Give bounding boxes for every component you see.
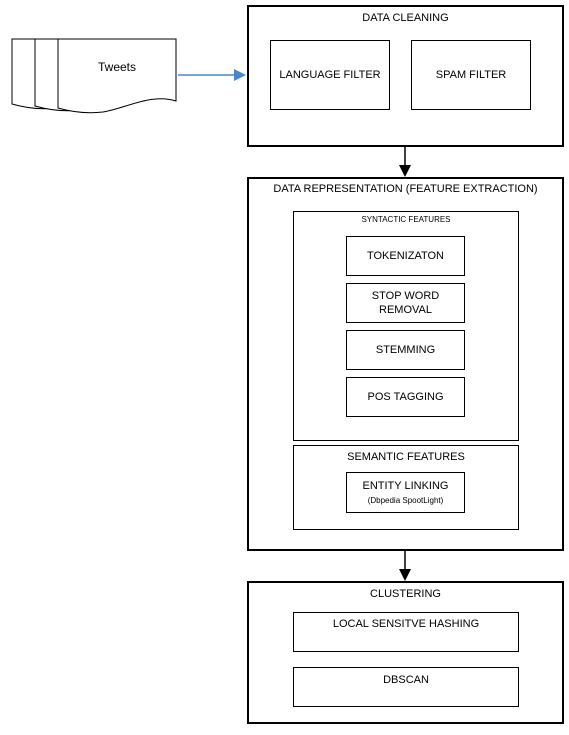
stemming-box: STEMMING bbox=[346, 330, 465, 370]
tokenization-label: TOKENIZATON bbox=[366, 250, 444, 262]
lsh-label: LOCAL SENSITVE HASHING bbox=[332, 618, 480, 630]
tweets-label: Tweets bbox=[97, 60, 136, 74]
entity-linking-label: ENTITY LINKING bbox=[362, 480, 449, 492]
entity-linking-sublabel: (Dbpedia SpootLight) bbox=[367, 496, 444, 505]
entity-linking-box: ENTITY LINKING (Dbpedia SpootLight) bbox=[346, 472, 465, 513]
stop-word-removal-label: STOP WORD REMOVAL bbox=[371, 290, 440, 316]
data-representation-title: DATA REPRESENTATION (FEATURE EXTRACTION) bbox=[273, 183, 538, 195]
pos-tagging-box: POS TAGGING bbox=[346, 377, 465, 417]
spam-filter-label: SPAM FILTER bbox=[435, 69, 507, 81]
semantic-features-title: SEMANTIC FEATURES bbox=[347, 451, 465, 463]
clustering-title: CLUSTERING bbox=[370, 588, 441, 600]
dbscan-label: DBSCAN bbox=[383, 674, 429, 686]
stemming-label: STEMMING bbox=[375, 344, 436, 356]
language-filter-box: LANGUAGE FILTER bbox=[270, 40, 390, 110]
dbscan-box: DBSCAN bbox=[293, 667, 519, 707]
cleaning-to-representation-arrow bbox=[399, 146, 411, 177]
language-filter-label: LANGUAGE FILTER bbox=[279, 69, 381, 81]
representation-to-clustering-arrow bbox=[399, 550, 411, 581]
pos-tagging-label: POS TAGGING bbox=[367, 391, 444, 403]
lsh-box: LOCAL SENSITVE HASHING bbox=[293, 612, 519, 652]
tweets-document-stack bbox=[11, 38, 177, 114]
spam-filter-box: SPAM FILTER bbox=[411, 40, 531, 110]
data-cleaning-title: DATA CLEANING bbox=[362, 12, 449, 24]
stop-word-removal-box: STOP WORD REMOVAL bbox=[346, 283, 465, 323]
tweets-to-cleaning-arrow bbox=[178, 69, 246, 81]
syntactic-features-title: SYNTACTIC FEATURES bbox=[361, 215, 451, 224]
tokenization-box: TOKENIZATON bbox=[346, 236, 465, 276]
